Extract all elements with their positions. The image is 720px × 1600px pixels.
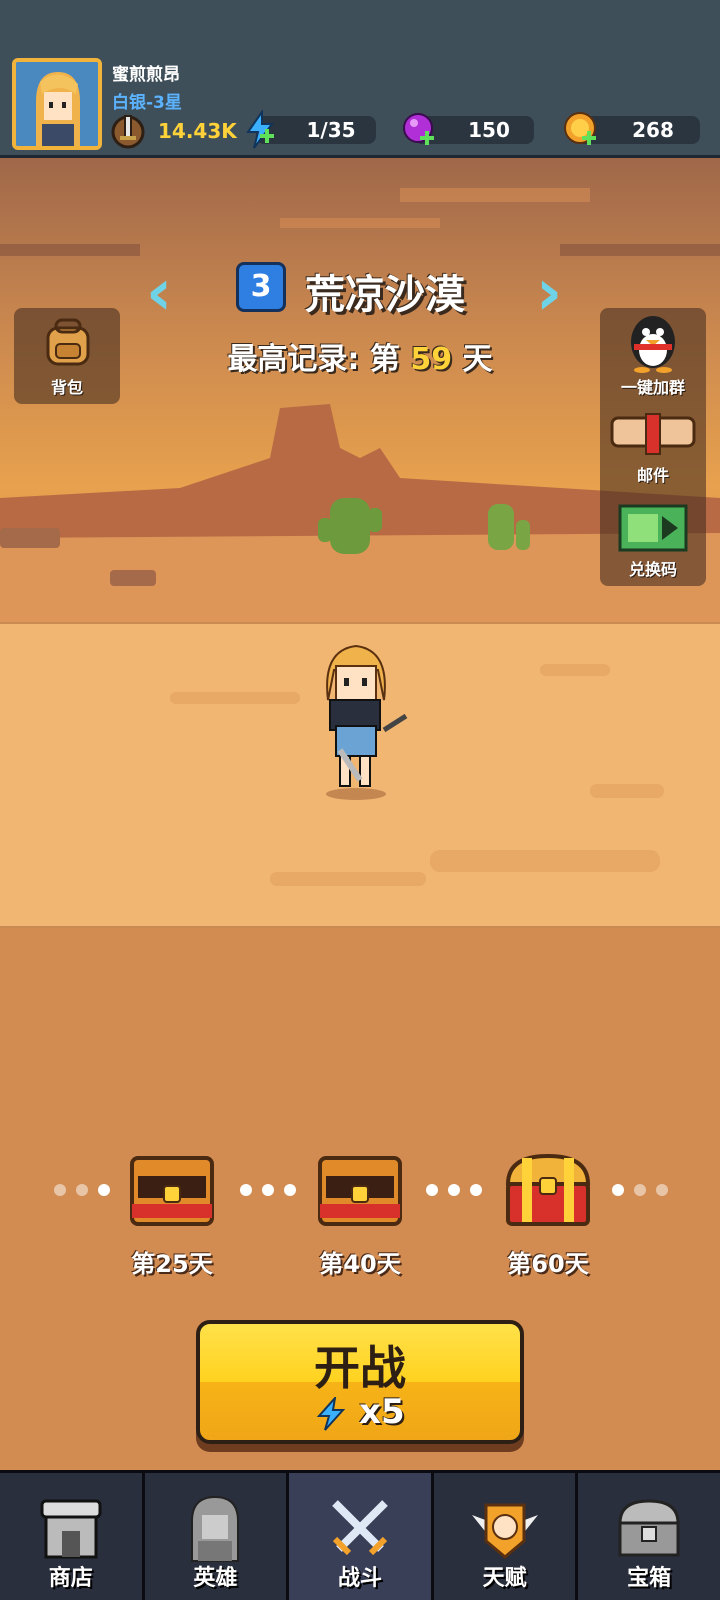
chest-day25-label: 第25天 [131, 1250, 213, 1278]
mail-scroll-icon [610, 413, 696, 455]
bottom-nav: 商店 英雄 战斗 天赋 宝箱 [0, 1470, 720, 1600]
chest-day60-label: 第60天 [507, 1250, 589, 1278]
coin-plus-icon[interactable] [562, 110, 602, 150]
backpack-label: 背包 [50, 378, 83, 397]
gem-plus-icon[interactable] [400, 110, 440, 150]
redeem-code-label: 兑换码 [628, 560, 677, 579]
join-group-button[interactable]: 一键加群 [600, 308, 706, 400]
progress-dots-1 [54, 1184, 110, 1196]
tab-talent-label: 天赋 [482, 1566, 527, 1591]
progress-dots-3 [426, 1184, 482, 1196]
hero-character [326, 644, 408, 800]
record-suffix: 天 [462, 342, 493, 377]
player-name: 蜜煎煎昂 [112, 65, 180, 85]
tab-chest-label: 宝箱 [627, 1566, 672, 1591]
start-battle-label: 开战 [314, 1341, 406, 1395]
crossed-swords-icon [332, 1500, 388, 1556]
tab-heroes-label: 英雄 [193, 1566, 238, 1591]
tab-battle-label: 战斗 [337, 1566, 382, 1591]
backpack-button[interactable]: 背包 [14, 308, 120, 404]
energy-value: 1/35 [306, 118, 356, 142]
redeem-code-button[interactable]: 兑换码 [600, 498, 706, 584]
energy-plus-icon[interactable] [240, 110, 280, 150]
mail-label: 邮件 [636, 466, 669, 485]
prev-stage-button[interactable]: ‹ [134, 261, 184, 325]
tab-shop-label: 商店 [48, 1566, 93, 1591]
energy-icon [317, 1394, 346, 1431]
tab-shop[interactable]: 商店 [0, 1473, 145, 1600]
record-prefix: 最高记录: 第 [227, 342, 400, 377]
next-stage-button[interactable]: › [524, 261, 574, 325]
top-bar: 蜜煎煎昂 白银-3星 14.43K 1/35 150 268 [0, 0, 720, 158]
stage-number: 3 [236, 262, 286, 312]
record-days: 59 [410, 342, 453, 377]
progress-dots-4 [612, 1184, 668, 1196]
start-battle-button[interactable]: 开战 x5 [196, 1320, 524, 1444]
power-icon [111, 115, 145, 149]
ticket-icon [618, 504, 688, 552]
progress-dots-2 [240, 1184, 296, 1196]
chest-day40-icon[interactable] [316, 1150, 404, 1230]
tab-chest[interactable]: 宝箱 [578, 1473, 720, 1600]
shop-icon [40, 1499, 102, 1559]
start-battle-cost: x5 [200, 1392, 520, 1432]
combat-power: 14.43K [158, 119, 237, 143]
winged-fist-icon [471, 1503, 538, 1559]
start-cost-value: x5 [359, 1392, 405, 1432]
right-side-panel: 一键加群 邮件 兑换码 [600, 308, 706, 586]
hero-portrait-icon [191, 1495, 240, 1562]
player-avatar[interactable] [12, 58, 102, 150]
tab-heroes[interactable]: 英雄 [144, 1473, 290, 1600]
mail-button[interactable]: 邮件 [600, 408, 706, 494]
backpack-icon [46, 318, 90, 366]
coin-value: 268 [632, 118, 674, 142]
chest-day60-icon[interactable] [504, 1150, 592, 1230]
chest-day25-icon[interactable] [128, 1150, 216, 1230]
tab-battle[interactable]: 战斗 [289, 1473, 434, 1600]
treasure-chest-icon [618, 1499, 680, 1557]
gem-value: 150 [468, 118, 510, 142]
tab-talent[interactable]: 天赋 [433, 1473, 579, 1600]
stage-name: 荒凉沙漠 [305, 272, 465, 318]
join-group-label: 一键加群 [620, 378, 685, 397]
penguin-icon [631, 316, 675, 373]
chest-day40-label: 第40天 [319, 1250, 401, 1278]
